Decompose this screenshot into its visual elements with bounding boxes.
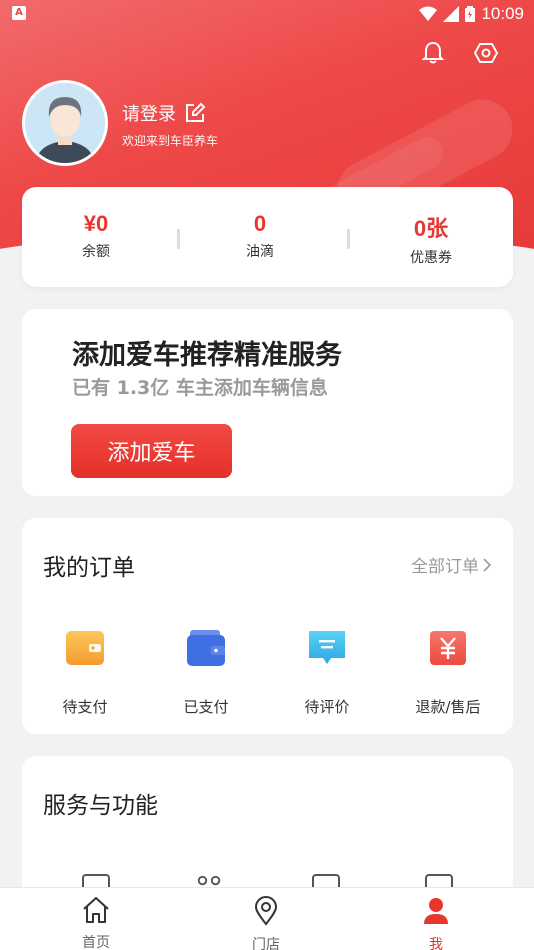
services-title: 服务与功能 <box>43 793 158 819</box>
welcome-text: 欢迎来到车臣养车 <box>122 134 219 148</box>
wifi-icon <box>419 6 438 21</box>
order-to-review-label: 待评价 <box>304 698 350 716</box>
wallet-blue-icon <box>187 630 225 666</box>
balance-value: ¥0 <box>83 211 109 236</box>
avatar[interactable] <box>22 80 108 166</box>
tab-me[interactable]: 我 <box>396 896 476 950</box>
order-pending-payment[interactable]: 待支付 <box>25 628 145 717</box>
tab-home[interactable]: 首页 <box>56 896 136 950</box>
order-refund-label: 退款/售后 <box>415 698 481 716</box>
login-label: 请登录 <box>122 104 176 125</box>
wallet-orange-icon <box>66 631 104 665</box>
signal-icon <box>443 6 460 22</box>
coupon-value: 0张 <box>413 216 449 241</box>
tab-home-label: 首页 <box>82 935 110 950</box>
edit-icon[interactable] <box>184 102 206 124</box>
stats-card: ¥0 余额 0 油滴 0张 优惠券 <box>22 187 513 287</box>
comment-icon <box>309 631 345 664</box>
status-time: 10:09 <box>481 4 524 23</box>
all-orders-label: 全部订单 <box>411 557 479 577</box>
balance-label: 余额 <box>82 244 110 260</box>
oil-drop-value: 0 <box>253 211 267 236</box>
order-to-review[interactable]: 待评价 <box>267 628 387 717</box>
app-badge-icon: A <box>12 6 26 20</box>
all-orders-link[interactable]: 全部订单 <box>411 552 491 577</box>
coupon-label: 优惠券 <box>410 250 452 266</box>
home-icon <box>83 897 109 923</box>
user-icon <box>424 898 448 924</box>
coupon-stat[interactable]: 0张 优惠券 <box>361 211 501 267</box>
tab-stores-label: 门店 <box>252 937 280 950</box>
stat-divider <box>347 229 350 249</box>
stat-divider <box>177 229 180 249</box>
add-car-button[interactable]: 添加爱车 <box>71 424 232 478</box>
avatar-illustration <box>25 83 105 163</box>
orders-card: 我的订单 全部订单 待支付 已支付 待评价 退款/售后 <box>22 518 513 734</box>
tab-stores[interactable]: 门店 <box>226 896 306 950</box>
order-paid-label: 已支付 <box>183 698 229 716</box>
balance-stat[interactable]: ¥0 余额 <box>26 211 166 261</box>
settings-icon[interactable] <box>473 40 499 66</box>
order-pending-payment-label: 待支付 <box>62 698 108 716</box>
order-paid[interactable]: 已支付 <box>146 628 266 717</box>
order-refund[interactable]: 退款/售后 <box>388 628 508 717</box>
tab-me-label: 我 <box>429 937 443 950</box>
refund-icon <box>430 631 466 665</box>
add-car-title: 添加爱车推荐精准服务 <box>72 340 342 371</box>
chevron-right-icon <box>483 557 491 572</box>
oil-drop-label: 油滴 <box>246 244 274 260</box>
bottom-tab-bar: 首页 门店 我 <box>0 887 534 950</box>
status-bar: A 10:09 <box>0 0 534 28</box>
add-car-card: 添加爱车推荐精准服务 已有 1.3亿 车主添加车辆信息 添加爱车 <box>22 309 513 496</box>
battery-icon <box>465 6 476 22</box>
oil-drop-stat[interactable]: 0 油滴 <box>190 211 330 261</box>
add-car-subtitle: 已有 1.3亿 车主添加车辆信息 <box>72 377 328 399</box>
location-icon <box>254 896 278 926</box>
bell-icon[interactable] <box>420 40 446 66</box>
login-link[interactable]: 请登录 <box>122 100 206 126</box>
orders-title: 我的订单 <box>43 555 135 581</box>
